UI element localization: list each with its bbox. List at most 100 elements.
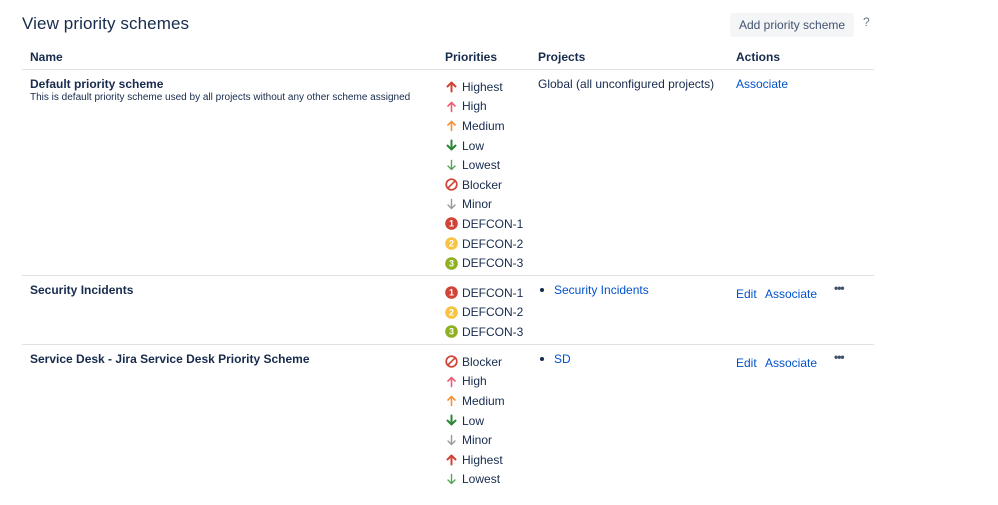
associate-link[interactable]: Associate bbox=[765, 356, 817, 370]
projects-list: Security Incidents bbox=[538, 283, 649, 297]
priority-label: Highest bbox=[462, 79, 503, 94]
add-priority-scheme-button[interactable]: Add priority scheme bbox=[730, 13, 855, 37]
priority-item: 3 DEFCON-3 bbox=[445, 322, 523, 342]
bullet-icon bbox=[540, 357, 544, 361]
badge-1-icon: 1 bbox=[445, 286, 458, 300]
table-row: Service Desk - Jira Service Desk Priorit… bbox=[22, 345, 874, 505]
priority-item: Low bbox=[445, 136, 523, 156]
priority-item: Highest bbox=[445, 450, 505, 470]
badge-1-icon: 1 bbox=[445, 217, 458, 231]
priority-label: DEFCON-2 bbox=[462, 236, 524, 251]
priority-label: High bbox=[462, 374, 487, 389]
priority-label: Medium bbox=[462, 118, 505, 133]
badge-3-icon: 3 bbox=[445, 256, 458, 270]
bullet-icon bbox=[540, 288, 544, 292]
badge-3-icon: 3 bbox=[445, 325, 458, 339]
priority-item: Minor bbox=[445, 430, 505, 450]
column-header-priorities: Priorities bbox=[445, 50, 498, 64]
page-title: View priority schemes bbox=[22, 14, 190, 33]
priority-item: Medium bbox=[445, 391, 505, 411]
arrow-up-small-icon bbox=[445, 100, 458, 113]
associate-link[interactable]: Associate bbox=[765, 287, 817, 301]
table-row: Default priority scheme This is default … bbox=[22, 70, 874, 276]
priority-item: Lowest bbox=[445, 155, 523, 175]
scheme-description: This is default priority scheme used by … bbox=[30, 92, 411, 103]
scheme-name: Security Incidents bbox=[30, 283, 134, 297]
priority-label: Blocker bbox=[462, 177, 503, 192]
priority-label: Low bbox=[462, 413, 485, 428]
priority-item: Blocker bbox=[445, 352, 505, 372]
priority-item: Lowest bbox=[445, 470, 505, 490]
badge-2-icon: 2 bbox=[445, 237, 458, 250]
badge-2-icon: 2 bbox=[445, 306, 458, 319]
list-item: Security Incidents bbox=[538, 283, 649, 297]
priority-label: Blocker bbox=[462, 354, 503, 369]
blocked-icon bbox=[445, 355, 458, 368]
priority-list: Highest High Medium Low Lowest Blocker Minor 1 D… bbox=[445, 77, 523, 273]
svg-text:2: 2 bbox=[449, 307, 454, 317]
project-link[interactable]: SD bbox=[554, 352, 571, 366]
table-header: Name Priorities Projects Actions bbox=[22, 46, 874, 70]
priority-label: Highest bbox=[462, 452, 503, 467]
priority-item: Medium bbox=[445, 116, 523, 136]
scheme-name: Default priority scheme bbox=[30, 77, 164, 91]
priority-label: DEFCON-2 bbox=[462, 305, 524, 320]
priority-schemes-table: Name Priorities Projects Actions Default… bbox=[22, 46, 874, 505]
priority-item: High bbox=[445, 372, 505, 392]
arrow-down-icon bbox=[445, 414, 458, 427]
more-actions-icon[interactable]: ••• bbox=[834, 281, 845, 295]
priority-label: Lowest bbox=[462, 158, 501, 173]
column-header-name: Name bbox=[30, 50, 63, 64]
svg-text:3: 3 bbox=[449, 258, 454, 268]
blocked-icon bbox=[445, 178, 458, 191]
priority-item: Highest bbox=[445, 77, 523, 97]
priority-label: Medium bbox=[462, 393, 505, 408]
priority-label: DEFCON-1 bbox=[462, 216, 524, 231]
svg-text:2: 2 bbox=[449, 239, 454, 249]
priority-label: DEFCON-3 bbox=[462, 324, 524, 339]
arrow-up-small-icon bbox=[445, 394, 458, 407]
priority-list: Blocker High Medium Low Minor Highest Lowest bbox=[445, 352, 505, 489]
priority-label: Low bbox=[462, 138, 485, 153]
project-link[interactable]: Security Incidents bbox=[554, 283, 649, 297]
priority-item: High bbox=[445, 97, 523, 117]
table-row: Security Incidents 1 DEFCON-1 2 DEFCON-2 3 DE… bbox=[22, 276, 874, 345]
arrow-up-small-icon bbox=[445, 119, 458, 132]
priority-item: 3 DEFCON-3 bbox=[445, 253, 523, 273]
projects-list: SD bbox=[538, 352, 571, 366]
column-header-projects: Projects bbox=[538, 50, 586, 64]
arrow-down-small-icon bbox=[445, 198, 458, 211]
priority-item: Blocker bbox=[445, 175, 523, 195]
priority-label: Lowest bbox=[462, 472, 501, 487]
scheme-name: Service Desk - Jira Service Desk Priorit… bbox=[30, 352, 310, 366]
arrow-up-icon bbox=[445, 453, 458, 466]
arrow-up-icon bbox=[445, 80, 458, 93]
svg-text:1: 1 bbox=[449, 219, 454, 229]
arrow-down-small-icon bbox=[445, 159, 458, 172]
priority-item: 1 DEFCON-1 bbox=[445, 214, 523, 234]
priority-item: 2 DEFCON-2 bbox=[445, 234, 523, 254]
more-actions-icon[interactable]: ••• bbox=[834, 350, 845, 364]
priority-label: Minor bbox=[462, 197, 493, 212]
arrow-up-small-icon bbox=[445, 375, 458, 388]
priority-label: DEFCON-3 bbox=[462, 256, 524, 271]
priority-label: DEFCON-1 bbox=[462, 285, 524, 300]
priority-item: 2 DEFCON-2 bbox=[445, 303, 523, 323]
arrow-down-icon bbox=[445, 139, 458, 152]
svg-text:3: 3 bbox=[449, 327, 454, 337]
priority-item: Low bbox=[445, 411, 505, 431]
priority-item: 1 DEFCON-1 bbox=[445, 283, 523, 303]
svg-text:1: 1 bbox=[449, 288, 454, 298]
edit-link[interactable]: Edit bbox=[736, 287, 757, 301]
priority-label: Minor bbox=[462, 433, 493, 448]
associate-link[interactable]: Associate bbox=[736, 77, 788, 91]
help-icon[interactable]: ? bbox=[863, 15, 870, 29]
edit-link[interactable]: Edit bbox=[736, 356, 757, 370]
priority-item: Minor bbox=[445, 195, 523, 215]
priority-label: High bbox=[462, 99, 487, 114]
column-header-actions: Actions bbox=[736, 50, 781, 64]
arrow-down-small-icon bbox=[445, 434, 458, 447]
arrow-down-small-icon bbox=[445, 473, 458, 486]
projects-global-text: Global (all unconfigured projects) bbox=[538, 77, 715, 91]
list-item: SD bbox=[538, 352, 571, 366]
